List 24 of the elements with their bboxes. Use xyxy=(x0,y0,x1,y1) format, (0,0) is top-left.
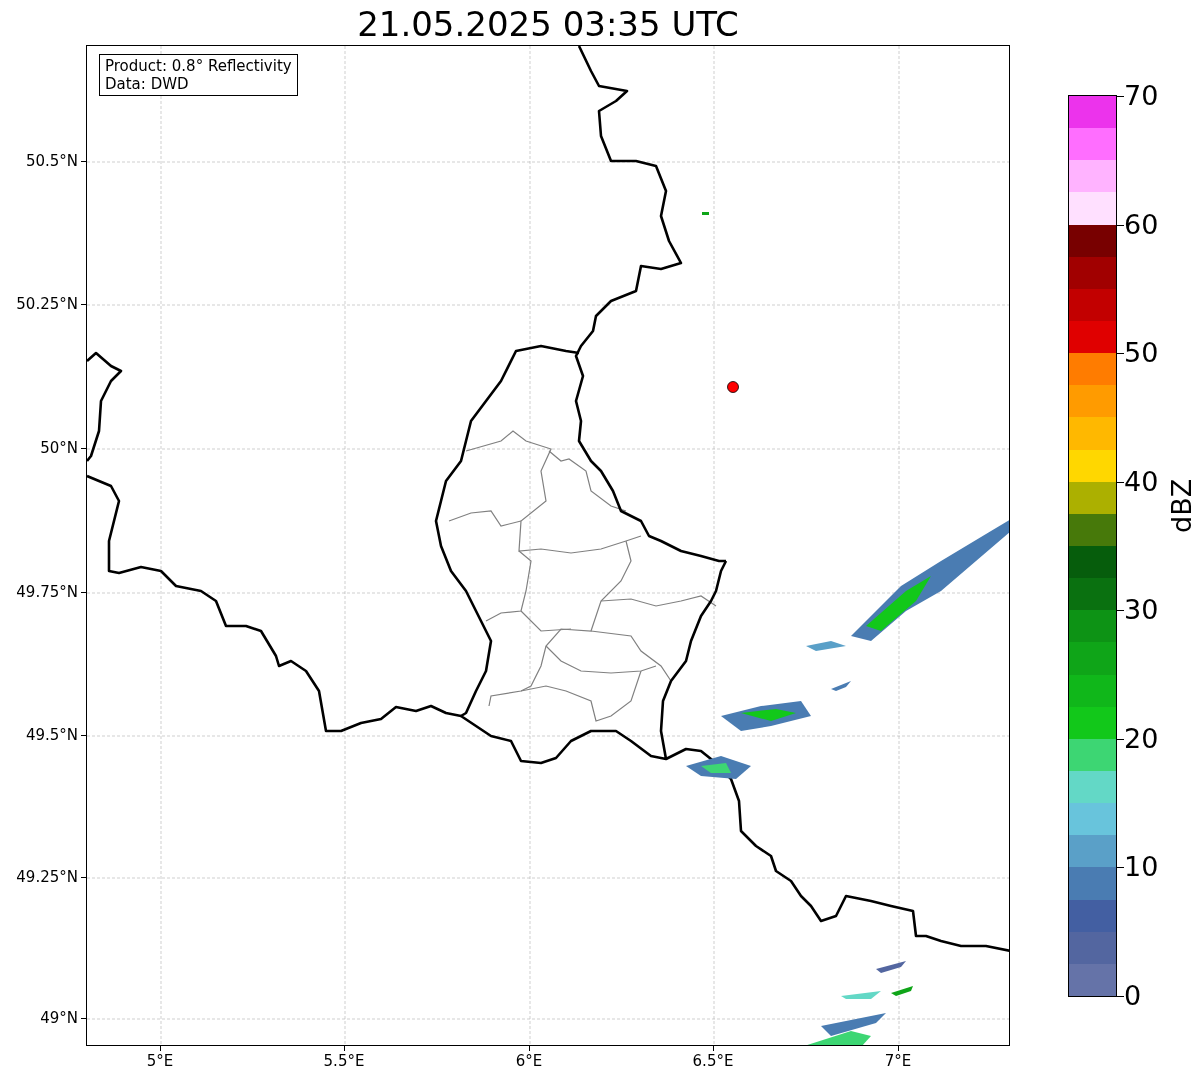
x-tick-label: 6.5°E xyxy=(691,1052,735,1070)
colorbar-tick-label: 50 xyxy=(1124,338,1159,369)
y-tick-label: 50°N xyxy=(40,439,78,457)
legend-text: Product: 0.8° Reflectivity xyxy=(105,57,292,75)
colorbar-tick-label: 40 xyxy=(1124,466,1159,497)
colorbar-tick-label: 70 xyxy=(1124,81,1159,111)
y-tick-label: 49.75°N xyxy=(16,583,78,601)
colorbar-label: dBZ xyxy=(1167,478,1197,533)
y-tick-label: 50.5°N xyxy=(25,152,78,170)
x-tick-label: 5°E xyxy=(145,1052,175,1070)
y-tick-label: 49.5°N xyxy=(25,726,78,744)
x-tick-label: 6°E xyxy=(514,1052,544,1070)
chart-title: 21.05.2025 03:35 UTC xyxy=(356,3,740,45)
x-tick-label: 7°E xyxy=(883,1052,913,1070)
colorbar-tick-label: 60 xyxy=(1124,209,1159,240)
y-tick-label: 49.25°N xyxy=(16,868,78,886)
y-tick-label: 50.25°N xyxy=(16,295,78,313)
legend-text: Data: DWD xyxy=(105,75,190,93)
colorbar-tick-label: 20 xyxy=(1124,723,1159,754)
colorbar-tick-label: 0 xyxy=(1124,981,1142,1011)
y-tick-label: 49°N xyxy=(40,1009,78,1027)
colorbar-tick-label: 30 xyxy=(1124,595,1159,626)
colorbar-tick-label: 10 xyxy=(1124,852,1159,883)
x-tick-label: 5.5°E xyxy=(322,1052,366,1070)
